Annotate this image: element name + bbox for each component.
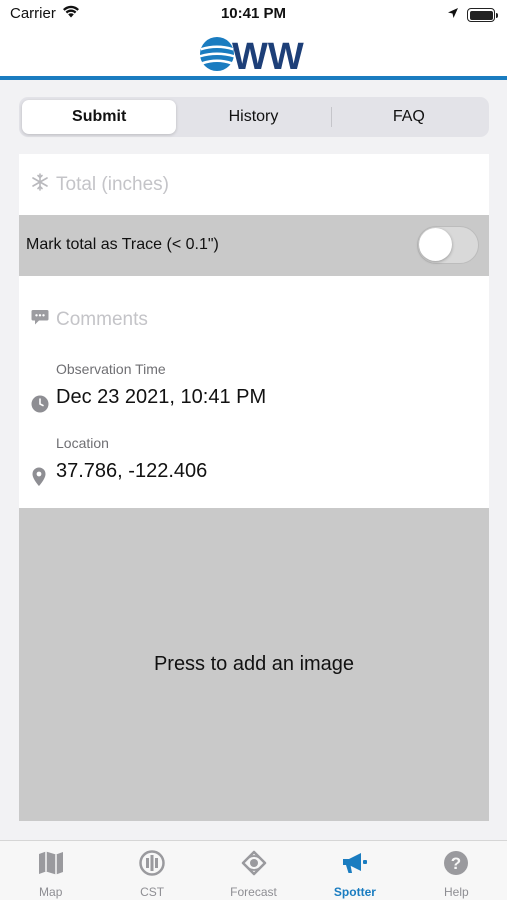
add-image-label: Press to add an image xyxy=(153,653,355,675)
total-input-placeholder: Total (inches) xyxy=(56,173,169,195)
tab-faq[interactable]: FAQ xyxy=(332,100,486,134)
location-value: 37.786, -122.406 xyxy=(56,460,208,482)
comment-bubble-icon xyxy=(31,308,49,331)
total-field-row: Total (inches) xyxy=(31,173,169,196)
location-row[interactable]: Location 37.786, -122.406 xyxy=(31,435,207,492)
status-right-group xyxy=(447,6,498,24)
location-label: Location xyxy=(56,435,109,451)
app-logo: WW xyxy=(199,34,311,78)
tab-spotter[interactable]: Spotter xyxy=(304,841,405,900)
clock-icon xyxy=(31,395,51,418)
tab-forecast-label: Forecast xyxy=(230,885,277,899)
tab-cst[interactable]: CST xyxy=(101,841,202,900)
tab-help[interactable]: ? Help xyxy=(406,841,507,900)
forecast-icon xyxy=(240,850,268,881)
tab-help-label: Help xyxy=(443,885,469,899)
bottom-tab-bar: Map CST Forecast Spotter ? Help xyxy=(0,840,507,900)
logo-text: WW xyxy=(232,36,304,74)
total-field[interactable]: Total (inches) xyxy=(19,154,489,215)
observation-time-label: Observation Time xyxy=(56,361,166,377)
observation-time-row[interactable]: Observation Time Dec 23 2021, 10:41 PM xyxy=(31,361,266,418)
tab-map[interactable]: Map xyxy=(0,841,101,900)
map-pin-icon xyxy=(31,467,51,492)
trace-row: Mark total as Trace (< 0.1") xyxy=(19,215,489,276)
tab-history[interactable]: History xyxy=(176,100,330,134)
tab-forecast[interactable]: Forecast xyxy=(203,841,304,900)
tab-spotter-label: Spotter xyxy=(333,885,376,899)
location-arrow-icon xyxy=(447,6,459,24)
status-time: 10:41 PM xyxy=(220,5,287,22)
toggle-knob xyxy=(419,228,452,261)
globe-icon xyxy=(200,37,234,71)
trace-toggle[interactable] xyxy=(417,226,479,264)
details-card: Comments Observation Time Dec 23 2021, 1… xyxy=(19,276,489,508)
battery-icon xyxy=(467,8,498,22)
megaphone-icon xyxy=(340,850,370,881)
tab-map-label: Map xyxy=(39,885,63,899)
comments-field[interactable]: Comments xyxy=(31,308,148,331)
status-bar: Carrier 10:41 PM xyxy=(0,0,507,28)
cst-icon xyxy=(138,850,166,881)
comments-input-placeholder: Comments xyxy=(56,308,148,330)
trace-label: Mark total as Trace (< 0.1") xyxy=(26,236,219,253)
map-icon xyxy=(37,850,65,881)
observation-time-value: Dec 23 2021, 10:41 PM xyxy=(56,386,267,408)
tab-submit[interactable]: Submit xyxy=(22,100,177,134)
app-header: WW xyxy=(0,28,507,80)
svg-text:?: ? xyxy=(451,854,461,873)
segmented-control: Submit History FAQ xyxy=(19,97,489,137)
snowflake-icon xyxy=(31,173,49,196)
help-icon: ? xyxy=(442,850,470,881)
tab-cst-label: CST xyxy=(140,885,165,899)
add-image-button[interactable]: Press to add an image xyxy=(19,508,489,821)
